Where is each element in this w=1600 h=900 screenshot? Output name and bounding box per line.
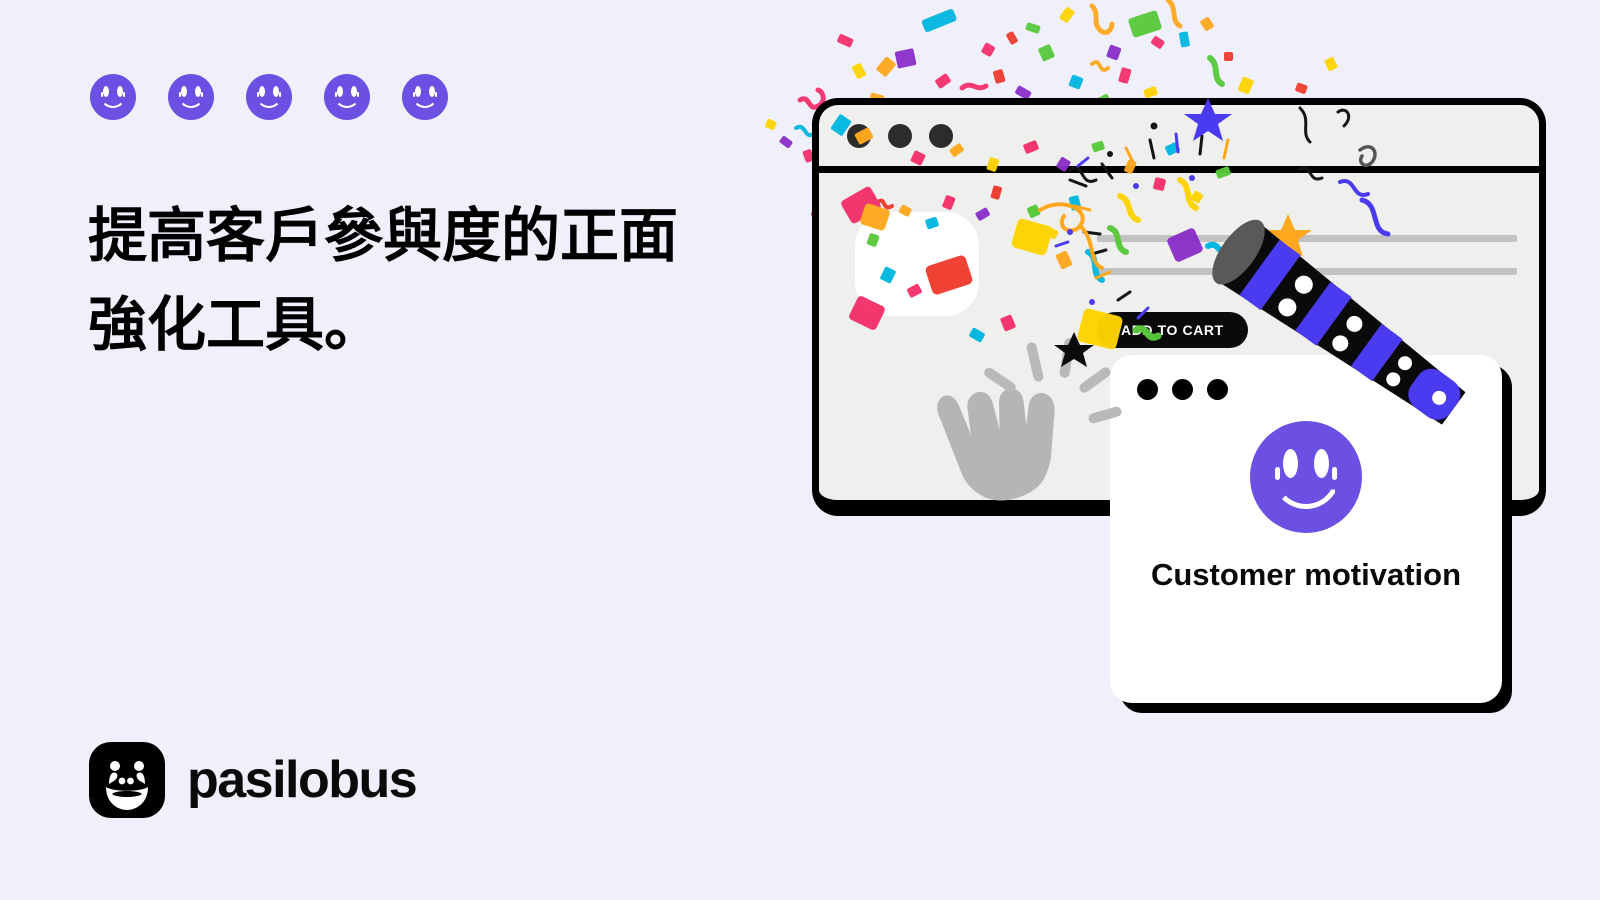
smiley-mouth (1272, 467, 1340, 509)
hero-banner: 提高客戶參與度的正面強化工具。 pasilobus ADD TO CART Cu… (0, 0, 1600, 900)
smiley-mouth (100, 92, 126, 108)
browser-title-bar (819, 105, 1539, 173)
page-title: 提高客戶參與度的正面強化工具。 (88, 202, 679, 359)
product-image-placeholder (855, 212, 979, 316)
smiley-mouth (412, 92, 438, 108)
illustration: ADD TO CART Customer motivation (740, 0, 1600, 900)
laughing-face-icon (89, 742, 165, 818)
text-line-placeholder (1097, 268, 1517, 275)
add-to-cart-button[interactable]: ADD TO CART (1097, 312, 1248, 348)
rating-smiley-row (90, 74, 448, 120)
brand-name: pasilobus (187, 751, 418, 809)
text-line-placeholder (1097, 235, 1517, 242)
window-dot-icon[interactable] (1137, 379, 1158, 400)
card-title: Customer motivation (1150, 557, 1462, 592)
window-dot-icon[interactable] (847, 123, 871, 148)
smiley-icon (324, 74, 370, 120)
smiley-icon (90, 74, 136, 120)
window-dot-icon[interactable] (929, 123, 953, 148)
brand-lockup: pasilobus (89, 742, 418, 818)
window-dot-icon[interactable] (1207, 379, 1228, 400)
smiley-icon (1250, 421, 1362, 533)
smiley-icon (246, 74, 292, 120)
smiley-icon (402, 74, 448, 120)
customer-motivation-card: Customer motivation (1110, 355, 1502, 703)
smiley-mouth (256, 92, 282, 108)
smiley-icon (168, 74, 214, 120)
smiley-mouth (178, 92, 204, 108)
smiley-mouth (334, 92, 360, 108)
window-dot-icon[interactable] (888, 123, 912, 148)
window-dot-icon[interactable] (1172, 379, 1193, 400)
card-window-dots (1137, 379, 1228, 400)
